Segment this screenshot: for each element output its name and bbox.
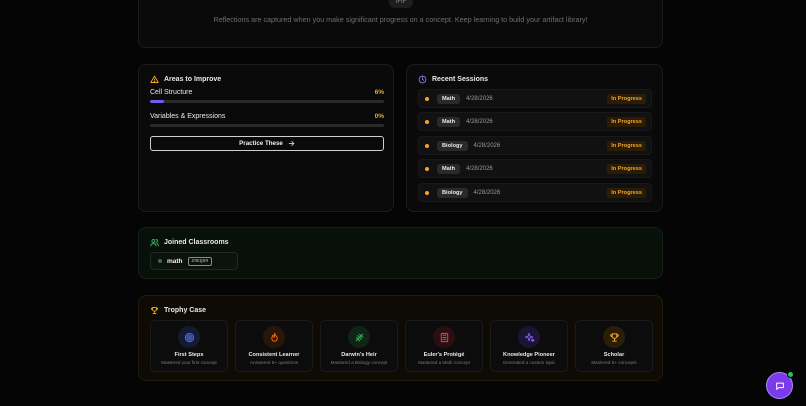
trophy-card: First Steps Mastered your first concept (150, 320, 228, 372)
trophy-name: Consistent Learner (248, 352, 300, 358)
area-percent: 0% (374, 113, 384, 120)
trophy-desc: Mastered a Biology concept (330, 360, 388, 365)
trophy-desc: Mastered 5+ concepts (591, 360, 637, 365)
status-dot (425, 190, 429, 195)
practice-label: Practice These (239, 140, 283, 147)
classroom-code: Z9EQ5R (187, 256, 213, 266)
trophy-card: Knowledge Pioneer Generated a custom top… (490, 320, 568, 372)
area-name: Variables & Expressions (150, 113, 226, 120)
flame-icon (263, 326, 285, 348)
chat-button[interactable] (766, 371, 794, 399)
users-icon (150, 239, 159, 247)
reflections-badge: IFIF (389, 0, 413, 8)
status-badge: In Progress (607, 117, 646, 127)
status-dot (425, 143, 429, 148)
sessions-title: Recent Sessions (432, 76, 489, 83)
warning-icon (150, 75, 159, 83)
classroom-chip[interactable]: math Z9EQ5R (150, 252, 238, 270)
area-item: Variables & Expressions 0% (150, 113, 384, 127)
trophy-name: Euler's Protégé (423, 352, 465, 358)
sparkles-icon (518, 326, 540, 348)
trophy-case-card: Trophy Case First Steps Mastered your fi… (138, 295, 663, 381)
status-dot (425, 166, 429, 171)
status-dot (425, 119, 429, 124)
trophy-desc: Mastered a Math concept (418, 360, 470, 365)
session-subject: Math (437, 163, 461, 174)
status-badge: In Progress (607, 164, 646, 174)
session-subject: Biology (437, 140, 468, 151)
areas-title: Areas to Improve (164, 76, 222, 83)
recent-sessions-card: Recent Sessions Math 4/28/2026 In Progre… (406, 64, 663, 212)
trophy-card: Darwin's Heir Mastered a Biology concept (320, 320, 398, 372)
session-subject: Biology (437, 187, 468, 198)
session-row[interactable]: Math 4/28/2026 In Progress (418, 112, 652, 131)
session-row[interactable]: Biology 4/28/2026 In Progress (418, 183, 652, 202)
session-subject: Math (437, 116, 461, 127)
calculator-icon (433, 326, 455, 348)
classroom-name: math (167, 257, 183, 265)
session-row[interactable]: Math 4/28/2026 In Progress (418, 159, 652, 178)
reflections-empty-message: Reflections are captured when you make s… (213, 15, 588, 24)
trophy-card: Euler's Protégé Mastered a Math concept (405, 320, 483, 372)
trophy-icon (150, 307, 159, 314)
reflections-card: IFIF Reflections are captured when you m… (138, 0, 663, 48)
session-date: 4/28/2026 (473, 142, 501, 149)
session-date: 4/28/2026 (473, 189, 501, 196)
classroom-dot (158, 259, 162, 263)
session-subject: Math (437, 93, 461, 104)
arrow-right-icon (288, 141, 295, 146)
dna-icon (348, 326, 370, 348)
online-indicator (787, 371, 794, 378)
areas-to-improve-card: Areas to Improve Cell Structure 6% Varia… (138, 64, 394, 212)
trophy-name: Knowledge Pioneer (503, 352, 555, 358)
trophy-desc: Generated a custom topic (502, 360, 556, 365)
classrooms-header: Joined Classrooms (150, 238, 229, 247)
classrooms-title: Joined Classrooms (164, 239, 229, 246)
area-name: Cell Structure (150, 89, 193, 96)
clock-icon (418, 75, 427, 84)
session-date: 4/28/2026 (466, 118, 493, 125)
trophy-header: Trophy Case (150, 306, 206, 315)
area-progress-bar (150, 124, 384, 127)
chat-icon (775, 382, 784, 390)
trophy-name: First Steps (174, 352, 204, 358)
area-item: Cell Structure 6% (150, 89, 384, 103)
trophy-card: Scholar Mastered 5+ concepts (575, 320, 653, 372)
status-badge: In Progress (607, 141, 646, 151)
status-badge: In Progress (607, 188, 646, 198)
trophy-icon (603, 326, 625, 348)
status-dot (425, 96, 429, 101)
practice-these-button[interactable]: Practice These (150, 136, 384, 151)
area-percent: 6% (374, 89, 384, 96)
trophy-card: Consistent Learner Answered 5+ questions (235, 320, 313, 372)
session-row[interactable]: Math 4/28/2026 In Progress (418, 89, 652, 108)
sessions-header: Recent Sessions (418, 75, 488, 84)
joined-classrooms-card: Joined Classrooms math Z9EQ5R (138, 227, 663, 279)
areas-header: Areas to Improve (150, 75, 221, 84)
trophy-name: Scholar (603, 352, 625, 358)
trophy-desc: Mastered your first concept (161, 360, 217, 365)
area-progress-fill (150, 100, 165, 103)
trophy-name: Darwin's Heir (341, 352, 377, 358)
status-badge: In Progress (607, 94, 646, 104)
session-date: 4/28/2026 (466, 95, 493, 102)
session-date: 4/28/2026 (466, 165, 493, 172)
session-row[interactable]: Biology 4/28/2026 In Progress (418, 136, 652, 155)
trophy-desc: Answered 5+ questions (250, 360, 298, 365)
target-icon (178, 326, 200, 348)
area-progress-bar (150, 100, 384, 103)
trophy-title: Trophy Case (164, 307, 207, 314)
